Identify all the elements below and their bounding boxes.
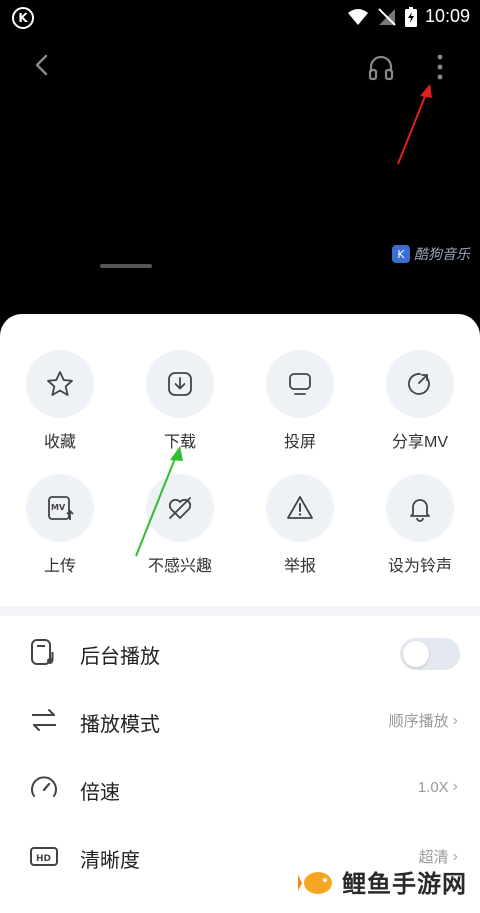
action-label: 下载 — [163, 434, 196, 451]
action-label: 举报 — [283, 558, 316, 575]
share-icon — [408, 373, 430, 395]
status-bar: K 10:09 — [0, 0, 480, 36]
chevron-right-icon: › — [452, 847, 458, 865]
setting-value: 顺序播放 — [388, 713, 449, 730]
wifi-icon — [347, 8, 368, 25]
bell-icon — [410, 499, 430, 522]
play-mode-value: 顺序播放 › — [389, 710, 458, 731]
chevron-right-icon: › — [452, 778, 458, 795]
app-badge-icon: K — [12, 7, 34, 29]
headphone-icon[interactable] — [366, 52, 396, 82]
setting-speed[interactable]: 倍速 1.0X › — [0, 754, 480, 822]
no-signal-icon — [378, 7, 396, 26]
setting-background-play[interactable]: 后台播放 — [0, 618, 480, 686]
svg-text:HD: HD — [36, 854, 51, 864]
chevron-right-icon: › — [452, 711, 458, 729]
watermark-text: 酷狗音乐 — [414, 247, 470, 263]
carp-fish-logo-icon — [298, 871, 332, 894]
section-divider — [0, 606, 480, 616]
upload-mv-icon: MV — [48, 496, 74, 520]
star-icon — [47, 371, 73, 396]
action-cast[interactable]: 投屏 — [240, 350, 360, 452]
kugou-logo-icon: K — [392, 245, 410, 263]
action-upload[interactable]: MV 上传 — [0, 474, 120, 576]
setting-label: 倍速 — [80, 782, 120, 804]
background-play-toggle[interactable] — [400, 638, 460, 670]
cast-screen-icon — [289, 373, 311, 395]
options-sheet: 收藏 下载 投屏 分享MV MV 上传 不感兴趣 举报 设为铃声 后台播放 播放… — [0, 314, 480, 913]
report-warning-icon — [287, 496, 313, 519]
action-label: 收藏 — [43, 434, 76, 451]
action-favorite[interactable]: 收藏 — [0, 350, 120, 452]
toggle-knob — [403, 641, 429, 667]
battery-charging-icon — [404, 6, 417, 27]
clock: 10:09 — [424, 6, 470, 26]
video-top-bar — [0, 40, 480, 96]
action-not-interested[interactable]: 不感兴趣 — [120, 474, 240, 576]
action-label: 上传 — [43, 558, 76, 575]
svg-text:MV: MV — [51, 503, 66, 512]
action-label: 不感兴趣 — [147, 558, 212, 575]
action-set-ringtone[interactable]: 设为铃声 — [360, 474, 480, 576]
setting-value: 1.0X — [417, 778, 449, 796]
more-options-icon[interactable] — [426, 52, 454, 84]
not-interested-icon — [168, 497, 192, 519]
action-label: 分享MV — [391, 434, 448, 451]
action-download[interactable]: 下载 — [120, 350, 240, 452]
back-icon[interactable] — [28, 50, 58, 80]
setting-label: 后台播放 — [80, 646, 160, 668]
play-mode-icon — [32, 709, 56, 731]
action-label: 设为铃声 — [387, 558, 452, 575]
watermark-brand-text: 鲤鱼手游网 — [342, 871, 467, 898]
speed-gauge-icon — [31, 776, 57, 797]
speed-value: 1.0X › — [418, 778, 458, 796]
action-share-mv[interactable]: 分享MV — [360, 350, 480, 452]
hd-icon: HD — [30, 847, 58, 866]
background-play-icon — [31, 639, 54, 665]
video-watermark: K 酷狗音乐 — [392, 244, 470, 264]
setting-label: 播放模式 — [80, 714, 160, 736]
action-label: 投屏 — [283, 434, 316, 451]
setting-play-mode[interactable]: 播放模式 顺序播放 › — [0, 686, 480, 754]
site-watermark: 鲤鱼手游网 — [298, 864, 467, 899]
video-progress-indicator — [100, 264, 152, 268]
setting-label: 清晰度 — [80, 850, 140, 872]
action-report[interactable]: 举报 — [240, 474, 360, 576]
download-icon — [168, 372, 192, 396]
